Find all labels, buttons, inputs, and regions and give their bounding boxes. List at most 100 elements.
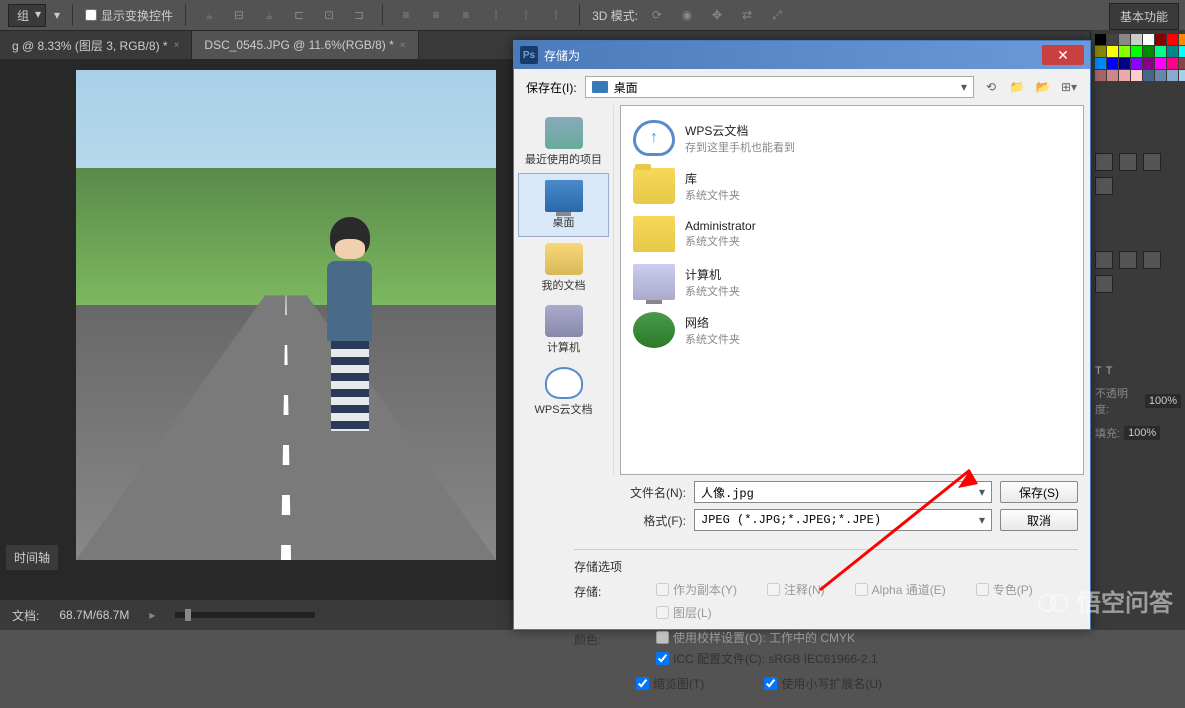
align-top-icon[interactable]: ⫨: [198, 4, 220, 26]
swatch[interactable]: [1095, 70, 1106, 81]
document-canvas[interactable]: [76, 70, 496, 560]
fill-value[interactable]: 100%: [1124, 426, 1160, 440]
swatch[interactable]: [1095, 46, 1106, 57]
place-item-cloud[interactable]: WPS云文档: [514, 361, 613, 423]
swatch[interactable]: [1179, 58, 1185, 69]
distribute-icon[interactable]: ⁞: [545, 4, 567, 26]
swatch[interactable]: [1107, 70, 1118, 81]
group-dropdown[interactable]: 组: [8, 4, 46, 27]
align-bottom-icon[interactable]: ⫨: [258, 4, 280, 26]
spot-checkbox[interactable]: 专色(P): [976, 581, 1033, 598]
as-copy-checkbox[interactable]: 作为副本(Y): [656, 581, 737, 598]
panel-icon[interactable]: [1095, 275, 1113, 293]
swatch[interactable]: [1155, 46, 1166, 57]
show-transform-checkbox[interactable]: 显示变换控件: [85, 7, 173, 24]
zoom-slider[interactable]: [175, 612, 315, 618]
basic-mode-button[interactable]: 基本功能: [1109, 3, 1179, 30]
3d-scale-icon[interactable]: ⤢: [766, 4, 788, 26]
align-vcenter-icon[interactable]: ⊟: [228, 4, 250, 26]
panel-icon[interactable]: [1095, 153, 1113, 171]
opacity-value[interactable]: 100%: [1145, 394, 1181, 408]
file-list[interactable]: WPS云文档存到这里手机也能看到库系统文件夹Administrator系统文件夹…: [620, 105, 1084, 475]
cancel-button[interactable]: 取消: [1000, 509, 1078, 531]
save-button[interactable]: 保存(S): [1000, 481, 1078, 503]
close-icon[interactable]: ×: [400, 40, 406, 51]
distribute-icon[interactable]: ⁞: [485, 4, 507, 26]
swatch[interactable]: [1131, 34, 1142, 45]
swatch[interactable]: [1119, 58, 1130, 69]
place-item-docs[interactable]: 我的文档: [514, 237, 613, 299]
align-left-icon[interactable]: ⊏: [288, 4, 310, 26]
up-icon[interactable]: 📁: [1008, 78, 1026, 96]
panel-icon[interactable]: [1143, 153, 1161, 171]
place-item-computer[interactable]: 计算机: [514, 299, 613, 361]
swatch[interactable]: [1131, 70, 1142, 81]
swatch[interactable]: [1179, 46, 1185, 57]
panel-icon[interactable]: [1119, 251, 1137, 269]
swatch[interactable]: [1143, 70, 1154, 81]
swatch[interactable]: [1179, 34, 1185, 45]
3d-roll-icon[interactable]: ◉: [676, 4, 698, 26]
3d-orbit-icon[interactable]: ⟳: [646, 4, 668, 26]
panel-icon[interactable]: [1119, 153, 1137, 171]
swatch[interactable]: [1167, 58, 1178, 69]
swatch[interactable]: [1119, 70, 1130, 81]
swatch[interactable]: [1107, 34, 1118, 45]
dialog-titlebar[interactable]: Ps 存储为 ✕: [514, 41, 1090, 69]
lowercase-checkbox[interactable]: 使用小写扩展名(U): [764, 675, 882, 692]
swatch[interactable]: [1107, 58, 1118, 69]
timeline-panel-label[interactable]: 时间轴: [6, 545, 58, 570]
swatch[interactable]: [1143, 34, 1154, 45]
format-dropdown[interactable]: JPEG (*.JPG;*.JPEG;*.JPE): [694, 509, 992, 531]
swatch[interactable]: [1155, 34, 1166, 45]
swatch[interactable]: [1155, 70, 1166, 81]
3d-pan-icon[interactable]: ✥: [706, 4, 728, 26]
file-item[interactable]: 计算机系统文件夹: [629, 258, 1075, 306]
distribute-icon[interactable]: ≡: [455, 4, 477, 26]
location-dropdown[interactable]: 桌面: [585, 76, 974, 98]
swatch[interactable]: [1155, 58, 1166, 69]
slider-thumb[interactable]: [185, 609, 191, 621]
swatch[interactable]: [1143, 58, 1154, 69]
back-icon[interactable]: ⟲: [982, 78, 1000, 96]
distribute-icon[interactable]: ⁞: [515, 4, 537, 26]
swatch[interactable]: [1143, 46, 1154, 57]
distribute-icon[interactable]: ≡: [425, 4, 447, 26]
new-folder-icon[interactable]: 📂: [1034, 78, 1052, 96]
close-button[interactable]: ✕: [1042, 45, 1084, 65]
notes-checkbox[interactable]: 注释(N): [767, 581, 825, 598]
view-menu-icon[interactable]: ⊞▾: [1060, 78, 1078, 96]
swatch[interactable]: [1167, 46, 1178, 57]
chevron-right-icon[interactable]: ▸: [149, 608, 155, 622]
file-item[interactable]: 库系统文件夹: [629, 162, 1075, 210]
file-item[interactable]: 网络系统文件夹: [629, 306, 1075, 354]
swatch[interactable]: [1131, 46, 1142, 57]
align-right-icon[interactable]: ⊐: [348, 4, 370, 26]
swatch[interactable]: [1119, 46, 1130, 57]
swatch[interactable]: [1119, 34, 1130, 45]
place-item-recent[interactable]: 最近使用的项目: [514, 111, 613, 173]
swatch[interactable]: [1131, 58, 1142, 69]
icc-checkbox[interactable]: ICC 配置文件(C): sRGB IEC61966-2.1: [656, 650, 1078, 667]
swatch[interactable]: [1107, 46, 1118, 57]
close-icon[interactable]: ×: [174, 40, 180, 51]
layers-checkbox[interactable]: 图层(L): [656, 604, 712, 621]
tab-document-1[interactable]: g @ 8.33% (图层 3, RGB/8) * ×: [0, 31, 192, 59]
alpha-checkbox[interactable]: Alpha 通道(E): [855, 581, 946, 598]
file-item[interactable]: Administrator系统文件夹: [629, 210, 1075, 258]
panel-icon[interactable]: [1095, 251, 1113, 269]
filename-input[interactable]: 人像.jpg: [694, 481, 992, 503]
swatch[interactable]: [1167, 34, 1178, 45]
tab-document-2[interactable]: DSC_0545.JPG @ 11.6%(RGB/8) * ×: [192, 31, 418, 59]
thumbnail-checkbox[interactable]: 缩览图(T): [636, 675, 704, 692]
place-item-desktop[interactable]: 桌面: [518, 173, 609, 237]
3d-slide-icon[interactable]: ⇄: [736, 4, 758, 26]
swatch[interactable]: [1167, 70, 1178, 81]
file-item[interactable]: WPS云文档存到这里手机也能看到: [629, 114, 1075, 162]
distribute-icon[interactable]: ≡: [395, 4, 417, 26]
swatch[interactable]: [1095, 34, 1106, 45]
swatch[interactable]: [1095, 58, 1106, 69]
proof-checkbox[interactable]: 使用校样设置(O): 工作中的 CMYK: [656, 629, 1078, 646]
panel-icon[interactable]: [1095, 177, 1113, 195]
panel-icon[interactable]: [1143, 251, 1161, 269]
